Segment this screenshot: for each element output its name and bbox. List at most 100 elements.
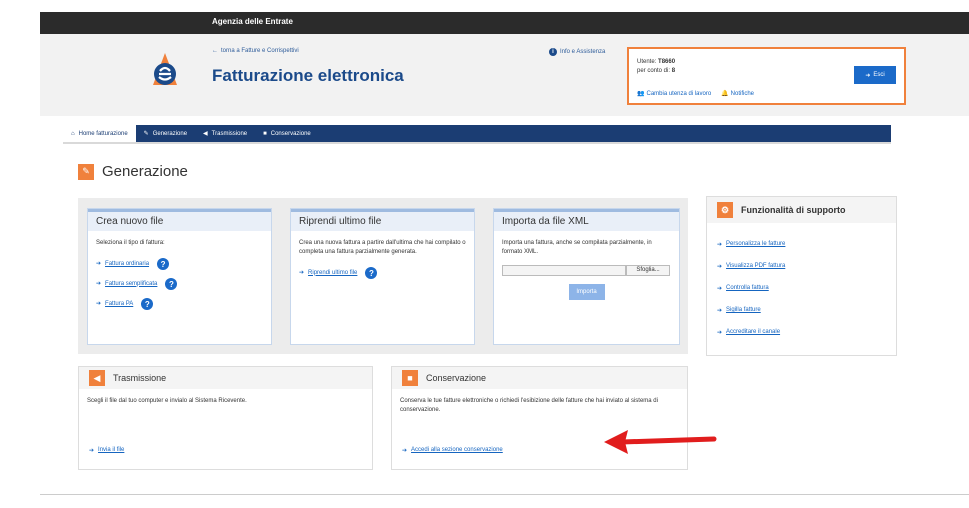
- fattura-semplificata-link[interactable]: Fattura semplificata: [105, 280, 157, 289]
- footer-divider: [40, 494, 969, 495]
- box-description: Scegli il file dal tuo computer e invial…: [87, 398, 247, 404]
- help-icon[interactable]: ?: [157, 258, 170, 270]
- controlla-fattura-link[interactable]: Controlla fattura: [726, 285, 769, 291]
- trasmissione-box: ◀ Trasmissione Scegli il file dal tuo co…: [78, 366, 373, 470]
- box-title: Conservazione: [426, 373, 487, 383]
- fattura-pa-row: ➔ Fattura PA ?: [96, 298, 263, 310]
- card-description: Seleziona il tipo di fattura:: [96, 240, 165, 246]
- card-title: Crea nuovo file: [88, 209, 271, 231]
- app-title: Fatturazione elettronica: [212, 66, 404, 85]
- arrow-right-icon: ➔: [717, 329, 723, 336]
- list-item: ➔ Personalizza le fatture: [717, 233, 886, 255]
- user-links: 👥 Cambia utenza di lavoro 🔔 Notifiche: [637, 90, 754, 97]
- fattura-ordinaria-row: ➔ Fattura ordinaria ?: [96, 258, 263, 270]
- visualizza-pdf-link[interactable]: Visualizza PDF fattura: [726, 263, 785, 269]
- list-item: ➔ Visualizza PDF fattura: [717, 255, 886, 277]
- arrow-right-icon: ➔: [717, 307, 723, 314]
- panel-header: ⚙ Funzionalità di supporto: [707, 197, 896, 223]
- red-annotation-arrow-icon: [604, 430, 717, 454]
- importa-button[interactable]: Importa: [568, 284, 605, 300]
- agency-title: Agenzia delle Entrate: [212, 17, 293, 26]
- page-title: Generazione: [102, 163, 188, 180]
- nav-conservazione[interactable]: ■ Conservazione: [255, 125, 319, 142]
- card-body: Seleziona il tipo di fattura: ➔ Fattura …: [88, 231, 271, 318]
- arrow-right-icon: ➔: [96, 300, 102, 307]
- accedi-conservazione-link[interactable]: Accedi alla sezione conservazione: [411, 447, 503, 454]
- help-icon[interactable]: ?: [141, 298, 154, 310]
- top-bar-strip: [40, 12, 969, 34]
- arrow-right-icon: ➔: [402, 448, 408, 454]
- arrow-right-icon: ➔: [96, 280, 102, 287]
- send-icon: ◀: [203, 131, 208, 137]
- riprendi-row: ➔ Riprendi ultimo file ?: [299, 267, 466, 279]
- pencil-icon: ✎: [143, 131, 149, 137]
- arrow-right-icon: ➔: [299, 269, 305, 276]
- support-links: ➔ Personalizza le fatture ➔ Visualizza PDF…: [707, 223, 896, 353]
- home-icon: ⌂: [71, 130, 75, 137]
- arrow-right-icon: ➔: [717, 241, 723, 248]
- sigilla-fatture-link[interactable]: Sigilla fatture: [726, 307, 761, 313]
- nav-home-fatturazione[interactable]: ⌂ Home fatturazione: [63, 125, 136, 142]
- list-item: ➔ Controlla fattura: [717, 277, 886, 299]
- arrow-right-icon: ➔: [89, 448, 95, 454]
- invia-file-link[interactable]: Invia il file: [98, 447, 124, 454]
- crea-nuovo-file-card: Crea nuovo file Seleziona il tipo di fat…: [87, 208, 272, 345]
- info-assistenza-link[interactable]: i Info e Assistenza: [549, 48, 605, 56]
- accedi-conservazione-row: ➔ Accedi alla sezione conservazione: [402, 447, 503, 454]
- top-bar: [0, 0, 969, 34]
- funzionalita-supporto-panel: ⚙ Funzionalità di supporto ➔ Personalizza…: [706, 196, 897, 356]
- nav-generazione[interactable]: ✎ Generazione: [136, 125, 195, 142]
- logout-icon: ➜: [865, 72, 871, 79]
- box-header: ■ Conservazione: [392, 367, 687, 389]
- esci-button[interactable]: ➜ Esci: [854, 66, 896, 84]
- fattura-semplificata-row: ➔ Fattura semplificata ?: [96, 278, 263, 290]
- importa-xml-card: Importa da file XML Importa una fattura,…: [493, 208, 680, 345]
- card-body: Importa una fattura, anche se compilata …: [494, 231, 679, 308]
- main-nav: ⌂ Home fatturazione ✎ Generazione ◀ Trasmis…: [63, 125, 891, 142]
- send-icon: ◀: [89, 370, 105, 386]
- change-workspace-link[interactable]: 👥 Cambia utenza di lavoro: [637, 90, 711, 97]
- page-heading: ✎ Generazione: [78, 163, 188, 180]
- invia-file-row: ➔ Invia il file: [89, 447, 124, 454]
- archive-icon: ■: [263, 130, 267, 137]
- user-line: Utente: T8660: [637, 59, 676, 65]
- file-picker: Sfoglia...: [502, 265, 671, 276]
- arrow-right-icon: ➔: [96, 260, 102, 267]
- per-conto-line: per conto di: 8: [637, 68, 676, 74]
- riprendi-ultimo-file-card: Riprendi ultimo file Crea una nuova fatt…: [290, 208, 475, 345]
- users-icon: 👥: [637, 91, 645, 97]
- nav-divider: [63, 142, 891, 144]
- personalizza-fatture-link[interactable]: Personalizza le fatture: [726, 241, 785, 247]
- box-description: Conserva le tue fatture elettroniche o r…: [400, 398, 658, 413]
- back-to-fatture-link[interactable]: ← torna a Fatture e Corrispettivi: [212, 48, 299, 54]
- user-info-box: Utente: T8660 per conto di: 8 👥 Cambia ut…: [627, 47, 906, 105]
- list-item: ➔ Sigilla fatture: [717, 299, 886, 321]
- riprendi-ultimo-file-link[interactable]: Riprendi ultimo file: [308, 269, 357, 278]
- card-title: Riprendi ultimo file: [291, 209, 474, 231]
- file-path-input[interactable]: [502, 265, 626, 276]
- arrow-right-icon: ➔: [717, 285, 723, 292]
- bell-icon: 🔔: [721, 91, 729, 97]
- card-description: Importa una fattura, anche se compilata …: [502, 240, 652, 255]
- list-item: ➔ Accreditare il canale: [717, 321, 886, 343]
- agenzia-logo-icon: [153, 53, 177, 85]
- help-icon[interactable]: ?: [165, 278, 178, 290]
- notifiche-link[interactable]: 🔔 Notifiche: [721, 90, 754, 97]
- box-header: ◀ Trasmissione: [79, 367, 372, 389]
- fattura-ordinaria-link[interactable]: Fattura ordinaria: [105, 260, 149, 269]
- pencil-icon: ✎: [78, 163, 94, 180]
- help-icon[interactable]: ?: [365, 267, 378, 279]
- support-icon: ⚙: [717, 202, 733, 218]
- fattura-pa-link[interactable]: Fattura PA: [105, 300, 133, 309]
- card-title: Importa da file XML: [494, 209, 679, 231]
- card-body: Crea una nuova fattura a partire dall'ul…: [291, 231, 474, 287]
- arrow-right-icon: ➔: [717, 263, 723, 270]
- arrow-left-icon: ←: [212, 48, 218, 54]
- panel-title: Funzionalità di supporto: [741, 205, 846, 215]
- nav-trasmissione[interactable]: ◀ Trasmissione: [195, 125, 255, 142]
- box-title: Trasmissione: [113, 373, 167, 383]
- accreditare-canale-link[interactable]: Accreditare il canale: [726, 329, 780, 335]
- card-description: Crea una nuova fattura a partire dall'ul…: [299, 240, 466, 255]
- sfoglia-button[interactable]: Sfoglia...: [626, 265, 670, 276]
- info-icon: i: [549, 48, 557, 56]
